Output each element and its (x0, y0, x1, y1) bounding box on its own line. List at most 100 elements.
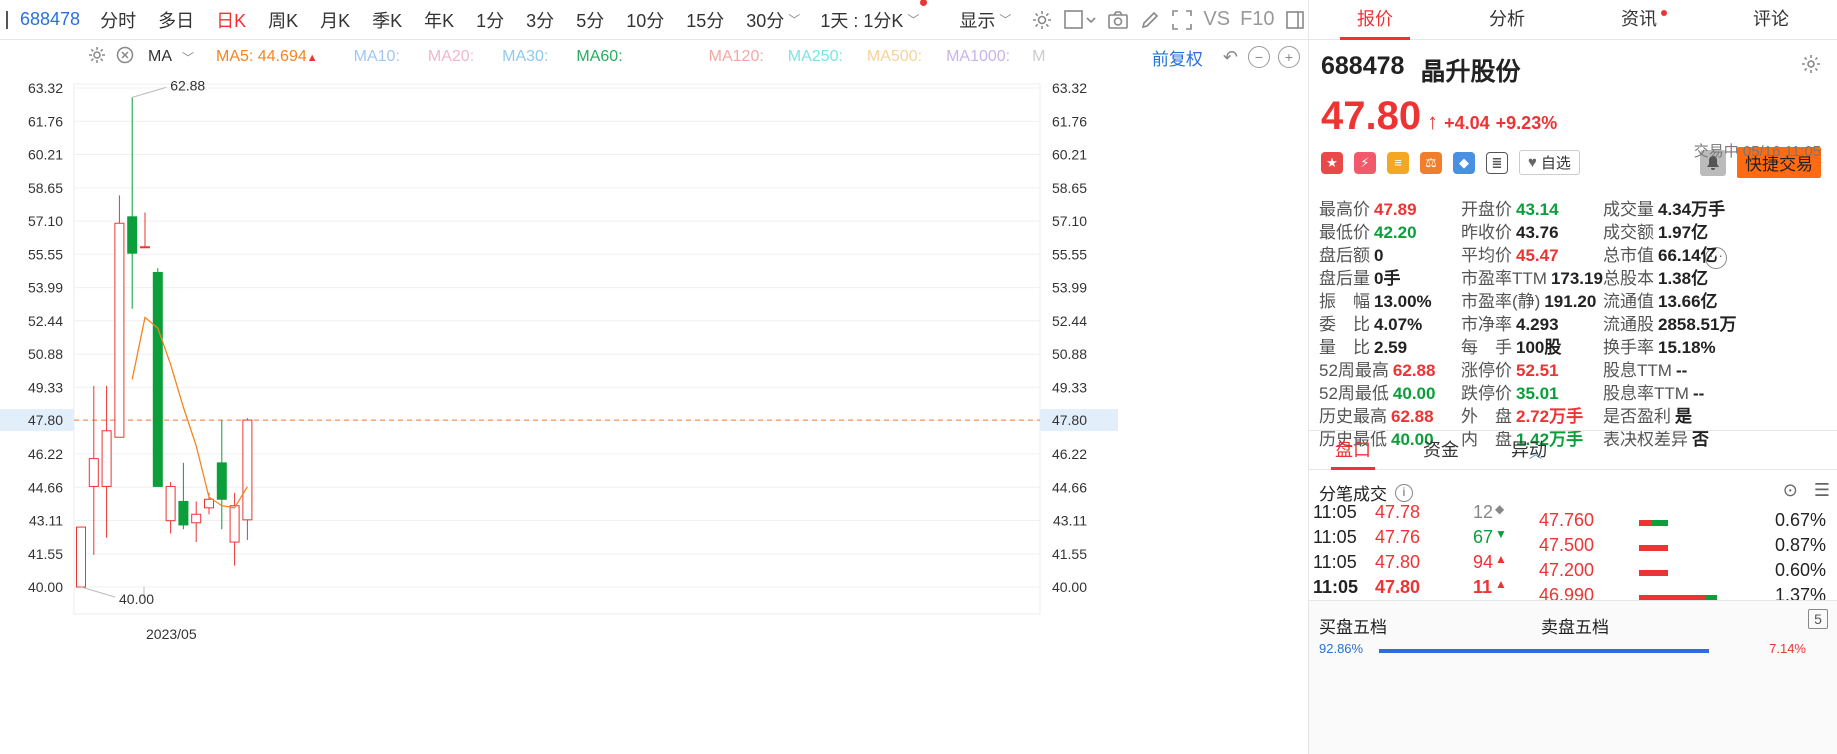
panel-tab-3[interactable]: 评论 (1705, 0, 1837, 39)
tick-price: 47.76 (1375, 527, 1421, 547)
chevron-down-icon: ﹀ (788, 13, 801, 27)
timeframe-6[interactable]: 年K (424, 7, 454, 33)
stat-item: 换手率 15.18% (1603, 333, 1716, 358)
add-watchlist-button[interactable]: ♥ 自选 (1519, 150, 1580, 175)
stat-value: 4.07% (1374, 315, 1423, 334)
chevron-down-icon: ﹀ (999, 13, 1012, 27)
settings-icon[interactable] (1031, 7, 1053, 33)
stat-label: 最低价 (1319, 223, 1370, 242)
settings-icon[interactable] (1801, 54, 1821, 79)
stat-item: 成交量 4.34万手 (1603, 195, 1725, 220)
stat-item: 最低价 42.20 (1319, 218, 1417, 243)
subtab-0[interactable]: 盘口 (1309, 431, 1397, 470)
timeframe-3[interactable]: 周K (268, 7, 298, 33)
stat-item: 开盘价 43.14 (1461, 195, 1559, 220)
timeframe-7[interactable]: 1分 (476, 7, 504, 33)
stock-header: 688478 晶升股份 47.80 ↑ +4.04 +9.23% 交易中 05/… (1309, 40, 1837, 185)
fullscreen-icon[interactable] (1171, 7, 1193, 33)
timeframe-8[interactable]: 3分 (526, 7, 554, 33)
tag-icon[interactable]: ◆ (1453, 151, 1475, 174)
bid-ratio: 92.86% (1319, 641, 1364, 656)
y-tick-label-right: 55.55 (1052, 246, 1087, 262)
y-tick-label-right: 41.55 (1052, 546, 1087, 562)
watch-label: 自选 (1540, 155, 1571, 172)
price-change-pct: +9.23% (1495, 113, 1558, 133)
zoom-in-icon[interactable]: + (1278, 46, 1300, 68)
info-icon[interactable]: i (1395, 483, 1413, 502)
stock-code[interactable]: 688478 (20, 9, 80, 30)
zoom-out-icon[interactable]: − (1248, 46, 1270, 68)
panel-tab-0[interactable]: 报价 (1309, 0, 1441, 40)
timeframe-5[interactable]: 季K (372, 7, 402, 33)
ma-close-icon[interactable] (116, 46, 134, 69)
panel-tab-label: 评论 (1753, 9, 1789, 29)
stat-item: 最高价 47.89 (1319, 195, 1417, 220)
marker-diamond: ◆ (236, 74, 244, 76)
panel-tab-1[interactable]: 分析 (1441, 0, 1573, 39)
timeframe-9[interactable]: 5分 (576, 7, 604, 33)
more-icon[interactable]: ⊙ (1783, 480, 1798, 501)
dist-price: 47.760 (1539, 510, 1595, 530)
ma-settings-icon[interactable] (88, 46, 106, 69)
pencil-icon[interactable] (1139, 7, 1161, 33)
stat-label: 昨收价 (1461, 223, 1512, 242)
timeframe-4[interactable]: 月K (320, 7, 350, 33)
y-tick-label-left: 49.33 (28, 379, 63, 395)
stat-label: 市净率 (1461, 315, 1512, 334)
list-icon[interactable]: ☰ (1814, 480, 1830, 501)
subtab-2[interactable]: 异动 (1485, 431, 1573, 469)
display-dropdown[interactable]: 显示 ﹀ (959, 7, 1011, 33)
timeframe-0[interactable]: 分时 (100, 7, 136, 33)
stat-item: 历史最高 62.88 (1319, 402, 1434, 427)
stat-label: 每 手 (1461, 338, 1512, 357)
stat-item: 流通股 2858.51万 (1603, 310, 1736, 335)
y-tick-label-right: 60.21 (1052, 147, 1087, 163)
stat-label: 流通股 (1603, 315, 1654, 334)
stat-value: 43.14 (1516, 200, 1559, 219)
candle-body (88, 458, 99, 487)
order-book: 买盘五档 卖盘五档 5 92.86% 7.14% (1309, 600, 1837, 754)
stat-value: 52.51 (1516, 361, 1559, 380)
candle-body (76, 526, 86, 588)
china-flag-icon[interactable]: ★ (1321, 151, 1343, 174)
scale-icon[interactable]: ⚖ (1420, 151, 1442, 174)
stat-value: 62.88 (1391, 407, 1434, 426)
candle-body (204, 498, 214, 509)
tick-dir: ◆ (1495, 502, 1505, 516)
five-level-button[interactable]: 5 (1808, 609, 1828, 629)
compare-button[interactable]: VS (1203, 8, 1230, 31)
interval-dropdown[interactable]: 30分 ﹀ (746, 7, 800, 33)
stat-label: 盘后额 (1319, 246, 1370, 265)
ma5-value: MA5: 44.694▲ (216, 48, 318, 66)
timeframe-1[interactable]: 多日 (158, 7, 194, 33)
ma-more[interactable]: M (1032, 48, 1045, 66)
f10-button[interactable]: F10 (1240, 8, 1274, 31)
database-icon[interactable]: ≡ (1387, 151, 1409, 174)
stat-label: 外 盘 (1461, 407, 1512, 426)
timeframe-11[interactable]: 15分 (686, 7, 724, 33)
lightning-icon[interactable]: ⚡ (1354, 151, 1376, 174)
panel-toggle-icon[interactable] (1285, 7, 1305, 33)
stat-value: 43.76 (1516, 223, 1559, 242)
tick-vol: 11 (1473, 577, 1493, 597)
chevron-down-icon[interactable]: ﹀ (182, 49, 194, 66)
box-select-icon[interactable] (1063, 7, 1097, 33)
kline-chart[interactable]: 63.32 63.32 61.76 61.76 60.21 60.21 58.65 58.65… (0, 65, 1308, 754)
stat-label: 是否盈利 (1603, 407, 1671, 426)
ma20-value: MA20: (427, 48, 475, 65)
stat-item: 总市值 66.14亿 (1603, 241, 1718, 266)
adjust-button[interactable]: 前复权 (1152, 45, 1203, 70)
sidebar-toggle-icon[interactable] (6, 10, 8, 29)
kline-chart-svg[interactable]: 63.32 63.32 61.76 61.76 60.21 60.21 58.65 58.65… (0, 65, 1308, 754)
range-dropdown[interactable]: 1天 : 1分K ﹀ (820, 0, 928, 33)
tick-time: 11:05 (1313, 577, 1359, 597)
undo-icon[interactable]: ↶ (1223, 47, 1238, 68)
camera-icon[interactable] (1107, 7, 1129, 33)
panel-tab-2[interactable]: 资讯 (1573, 0, 1705, 39)
timeframe-2[interactable]: 日K (216, 7, 246, 33)
timeframe-10[interactable]: 10分 (626, 7, 664, 33)
subtab-1[interactable]: 资金 (1397, 431, 1485, 469)
high-annotation-line (132, 86, 167, 98)
document-icon[interactable]: ≣ (1486, 151, 1508, 174)
stat-label: 总股本 (1603, 269, 1654, 288)
